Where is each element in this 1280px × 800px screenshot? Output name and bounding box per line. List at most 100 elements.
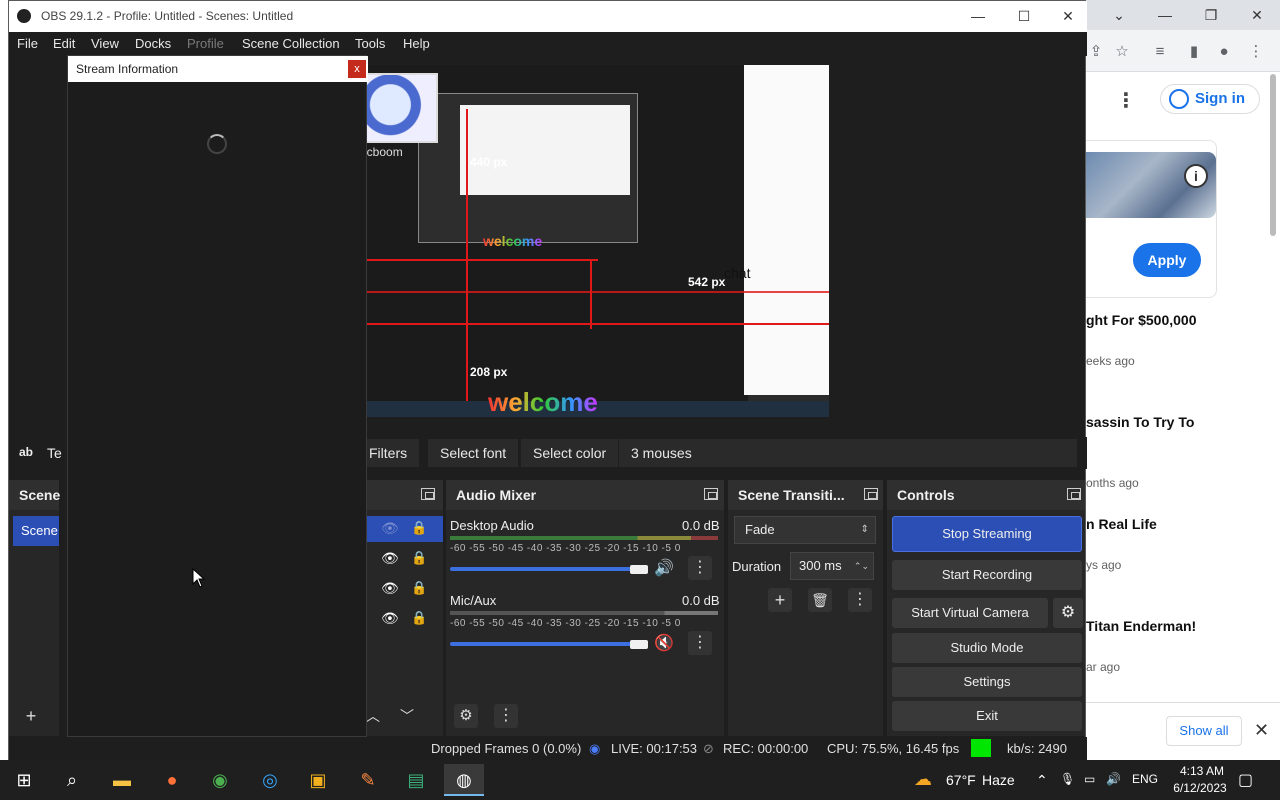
undock-icon[interactable] — [1067, 488, 1081, 500]
select-color-button[interactable]: Select color — [521, 439, 619, 467]
side-panel-icon[interactable]: ▮ — [1184, 42, 1204, 62]
scene-list-item[interactable]: Scene — [13, 516, 59, 546]
video-title[interactable]: Titan Enderman! — [1086, 618, 1196, 634]
close-icon[interactable]: ✕ — [1244, 4, 1270, 26]
channel-menu-icon[interactable]: ⋮ — [688, 631, 712, 655]
menu-profile[interactable]: Profile — [187, 36, 224, 51]
add-transition-icon[interactable]: + — [768, 588, 792, 612]
menu-view[interactable]: View — [91, 36, 119, 51]
clock-time[interactable]: 4:13 AM — [1174, 764, 1230, 778]
undock-icon[interactable] — [704, 488, 718, 500]
show-hidden-icons-icon[interactable]: ⌃ — [1036, 772, 1048, 789]
microphone-icon[interactable]: 🎙 — [1060, 772, 1075, 786]
network-icon[interactable]: ▭ — [1084, 772, 1095, 786]
mixer-menu-icon[interactable]: ⋮ — [494, 704, 518, 728]
source-list-item[interactable] — [359, 516, 443, 542]
volume-slider[interactable] — [450, 642, 636, 646]
show-all-button[interactable]: Show all — [1166, 716, 1242, 746]
weather-temp[interactable]: 67°F — [946, 772, 976, 788]
eye-icon[interactable]: 👁 — [381, 550, 399, 567]
weather-icon[interactable]: ☁ — [914, 769, 932, 790]
lock-icon[interactable]: 🔒 — [411, 580, 427, 596]
video-title[interactable]: ght For $500,000 — [1086, 312, 1197, 328]
eye-icon[interactable]: 👁 — [381, 610, 399, 627]
sign-in-button[interactable]: Sign in — [1160, 84, 1260, 114]
start-recording-button[interactable]: Start Recording — [892, 560, 1082, 590]
more-options-icon[interactable]: ⋮ — [1116, 88, 1136, 113]
bookmark-star-icon[interactable]: ☆ — [1112, 42, 1132, 62]
eye-icon[interactable]: 👁 — [381, 580, 399, 597]
transition-select[interactable]: Fade ⇕ — [734, 516, 876, 544]
chrome-icon[interactable]: ◉ — [200, 764, 240, 796]
paint-tool-icon[interactable]: ✎ — [348, 764, 388, 796]
tab-search-icon[interactable]: ⌄ — [1106, 4, 1132, 26]
profile-icon[interactable]: ● — [1214, 42, 1234, 62]
exit-button[interactable]: Exit — [892, 701, 1082, 731]
volume-icon[interactable]: 🔊 — [1106, 772, 1121, 786]
share-icon[interactable]: ⇪ — [1086, 42, 1106, 62]
spin-arrows-icon[interactable]: ⌃⌄ — [854, 553, 869, 579]
ad-thumbnail[interactable]: i — [1086, 152, 1216, 218]
menu-kebab-icon[interactable]: ⋮ — [1246, 42, 1266, 62]
start-windows-icon[interactable]: ⊞ — [4, 764, 44, 796]
notifications-icon[interactable]: ▢ — [1238, 770, 1253, 790]
search-icon[interactable]: ⌕ — [52, 764, 92, 796]
transition-menu-icon[interactable]: ⋮ — [848, 588, 872, 612]
video-title[interactable]: sassin To Try To — [1086, 414, 1194, 430]
preview-canvas[interactable]: 440 px 208 px 542 px acboom chat welcome… — [358, 65, 829, 417]
stop-streaming-button[interactable]: Stop Streaming — [892, 516, 1082, 552]
virtual-camera-settings-icon[interactable]: ⚙ — [1053, 598, 1083, 628]
file-explorer-icon[interactable]: ▬ — [102, 764, 142, 796]
move-down-icon[interactable]: ﹀ — [395, 704, 419, 728]
minimize-icon[interactable]: — — [1152, 4, 1178, 26]
windows-taskbar: ⊞ ⌕ ▬ ● ◉ ◎ ▣ ✎ ▤ ◍ ☁ 67°F Haze ⌃ 🎙 ▭ 🔊 … — [0, 760, 1280, 800]
settings-button[interactable]: Settings — [892, 667, 1082, 697]
menu-tools[interactable]: Tools — [355, 36, 385, 51]
undock-icon[interactable] — [421, 488, 435, 500]
remove-transition-icon[interactable]: 🗑 — [808, 588, 832, 612]
restore-icon[interactable]: ❐ — [1198, 4, 1224, 26]
reading-list-icon[interactable]: ≡ — [1150, 42, 1170, 62]
scrollbar-thumb[interactable] — [1270, 74, 1276, 236]
volume-meter — [450, 611, 718, 615]
firefox-icon[interactable]: ● — [152, 764, 192, 796]
lock-icon[interactable]: 🔒 — [411, 550, 427, 566]
menu-scene-collection[interactable]: Scene Collection — [242, 36, 340, 51]
weather-desc[interactable]: Haze — [982, 772, 1015, 788]
edge-icon[interactable]: ◎ — [250, 764, 290, 796]
muted-speaker-icon[interactable]: 🔇 — [654, 633, 674, 653]
text-value-field[interactable]: 3 mouses — [619, 439, 1077, 467]
menu-edit[interactable]: Edit — [53, 36, 75, 51]
dialog-close-button[interactable]: x — [348, 60, 366, 78]
language-indicator[interactable]: ENG — [1132, 772, 1158, 786]
channel-menu-icon[interactable]: ⋮ — [688, 556, 712, 580]
info-icon[interactable]: i — [1184, 164, 1208, 188]
clock-date[interactable]: 6/12/2023 — [1168, 781, 1232, 795]
menu-help[interactable]: Help — [403, 36, 430, 51]
notepad-app-icon[interactable]: ▤ — [396, 764, 436, 796]
duration-spinbox[interactable]: 300 ms ⌃⌄ — [790, 552, 874, 580]
speaker-icon[interactable]: 🔊 — [654, 558, 674, 578]
hidden-eye-icon[interactable]: 👁 — [381, 520, 399, 537]
obs-taskbar-icon[interactable]: ◍ — [444, 764, 484, 796]
lock-icon[interactable]: 🔒 — [411, 610, 427, 626]
start-virtual-camera-button[interactable]: Start Virtual Camera — [892, 598, 1048, 628]
select-font-button[interactable]: Select font — [428, 439, 519, 467]
add-scene-icon[interactable]: + — [19, 704, 43, 728]
store-icon[interactable]: ▣ — [298, 764, 338, 796]
menu-docks[interactable]: Docks — [135, 36, 171, 51]
maximize-icon[interactable]: ☐ — [1011, 5, 1037, 27]
volume-slider[interactable] — [450, 567, 636, 571]
video-title[interactable]: n Real Life — [1086, 516, 1157, 532]
apply-button[interactable]: Apply — [1133, 243, 1201, 277]
close-download-bar-icon[interactable]: ✕ — [1254, 720, 1269, 741]
minimize-icon[interactable]: — — [965, 5, 991, 27]
lock-icon[interactable]: 🔒 — [411, 520, 427, 536]
undock-icon[interactable] — [864, 488, 878, 500]
studio-mode-button[interactable]: Studio Mode — [892, 633, 1082, 663]
menu-file[interactable]: File — [17, 36, 38, 51]
volume-slider-knob[interactable] — [630, 565, 648, 574]
advanced-audio-settings-icon[interactable]: ⚙ — [454, 704, 478, 728]
volume-slider-knob[interactable] — [630, 640, 648, 649]
close-icon[interactable]: ✕ — [1055, 5, 1081, 27]
